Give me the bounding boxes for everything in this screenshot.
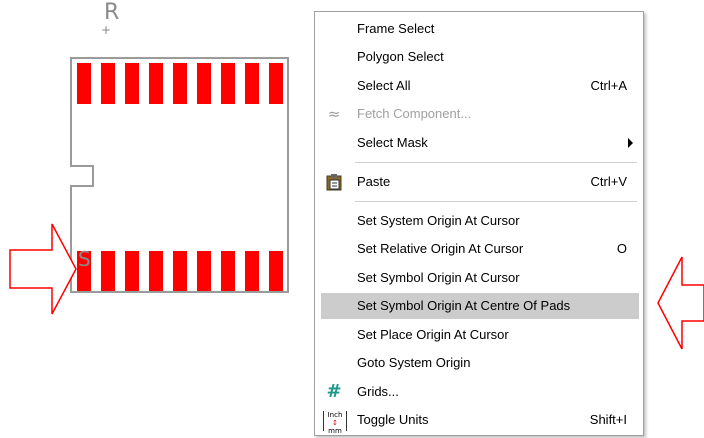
pad-bottom[interactable] [245,251,259,291]
pad-bottom[interactable] [149,251,163,291]
menu-item-label: Goto System Origin [357,355,471,370]
menu-item-label: Toggle Units [357,412,429,427]
origin-cross-icon: + [101,23,112,37]
grid-icon: # [326,381,342,402]
symbol-origin-marker: S [78,247,91,271]
context-menu: Frame Select Polygon Select Select All C… [314,11,644,436]
pad-top[interactable] [221,63,235,104]
pad-bottom[interactable] [173,251,187,291]
pad-top[interactable] [101,63,115,104]
menu-item-polygon-select[interactable]: Polygon Select [321,44,639,70]
left-arrow-annotation [657,256,704,350]
menu-item-label: Paste [357,174,391,189]
menu-item-select-all[interactable]: Select All Ctrl+A [321,73,639,99]
pad-top[interactable] [269,63,283,104]
menu-separator [355,201,637,202]
clipboard-icon [323,172,345,192]
pad-bottom[interactable] [125,251,139,291]
menu-separator [355,162,637,163]
menu-item-paste[interactable]: Paste Ctrl+V [321,169,639,195]
menu-item-label: Set System Origin At Cursor [357,213,520,228]
menu-item-set-relative-origin[interactable]: Set Relative Origin At Cursor O [321,236,639,262]
pad-top[interactable] [125,63,139,104]
pad-top[interactable] [245,63,259,104]
menu-item-label: Set Symbol Origin At Cursor [357,270,520,285]
menu-item-label: Set Relative Origin At Cursor [357,241,524,256]
units-icon-top: Inch [327,411,343,419]
pad-bottom[interactable] [101,251,115,291]
right-arrow-annotation [9,223,77,315]
menu-item-grids[interactable]: # Grids... [321,379,639,405]
submenu-arrow-icon [628,138,633,148]
pad-bottom[interactable] [221,251,235,291]
menu-item-toggle-units[interactable]: Inch ↕ mm Toggle Units Shift+I [321,407,639,435]
menu-item-shortcut: Shift+I [589,412,627,427]
menu-item-set-system-origin[interactable]: Set System Origin At Cursor [321,208,639,234]
menu-item-label: Grids... [357,384,399,399]
pad-top[interactable] [149,63,163,104]
units-icon-arrow: ↕ [332,419,338,427]
menu-item-frame-select[interactable]: Frame Select [321,16,639,42]
menu-item-set-symbol-origin-centre-pads[interactable]: Set Symbol Origin At Centre Of Pads [321,293,639,319]
menu-item-shortcut: O [616,241,627,256]
menu-item-label: Fetch Component... [357,106,472,121]
units-icon-bottom: mm [328,427,342,435]
menu-item-label: Set Place Origin At Cursor [357,327,509,342]
menu-item-label: Polygon Select [357,49,444,64]
menu-item-goto-system-origin[interactable]: Goto System Origin [321,350,639,376]
pad-top[interactable] [77,63,91,104]
menu-item-set-place-origin[interactable]: Set Place Origin At Cursor [321,322,639,348]
menu-item-fetch-component: ≈ Fetch Component... [321,101,639,127]
menu-item-label: Frame Select [357,21,435,36]
menu-item-label: Set Symbol Origin At Centre Of Pads [357,298,571,313]
menu-item-set-symbol-origin[interactable]: Set Symbol Origin At Cursor [321,265,639,291]
pin1-marker [70,165,94,187]
fetch-component-icon: ≈ [327,105,341,123]
menu-item-shortcut: Ctrl+A [590,78,627,93]
menu-item-select-mask[interactable]: Select Mask [321,130,639,156]
menu-item-label: Select All [357,78,411,93]
pad-bottom[interactable] [197,251,211,291]
pad-bottom[interactable] [269,251,283,291]
pad-top[interactable] [197,63,211,104]
menu-item-label: Select Mask [357,135,428,150]
menu-item-shortcut: Ctrl+V [590,174,627,189]
units-icon: Inch ↕ mm [323,411,347,435]
pad-top[interactable] [173,63,187,104]
